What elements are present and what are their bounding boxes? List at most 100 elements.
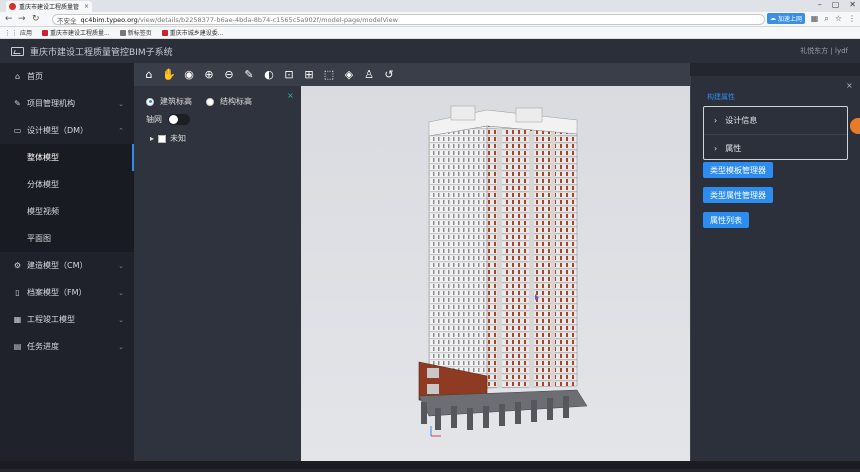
chevron-right-icon: › [714,116,718,125]
radio-architectural[interactable] [146,97,154,106]
chevron-up-icon: ⌃ [118,126,124,135]
window-close-icon[interactable]: ✕ [849,0,856,12]
properties-panel-close-icon[interactable]: × [846,81,853,90]
star-icon[interactable]: ☆ [835,14,842,24]
dropdown-item-design-info[interactable]: › 设计信息 [704,107,847,134]
type-template-manager-button[interactable]: 类型模板管理器 [703,162,773,178]
home-icon: ⌂ [14,72,21,81]
sidebar-item-completion-model[interactable]: ▦ 工程竣工模型 ⌄ [0,306,134,333]
site-favicon-icon [9,3,16,10]
cloud-icon: ☁ [770,15,776,22]
menu-icon[interactable]: ⋮ [848,14,856,24]
level-panel-close-icon[interactable]: × [287,91,294,100]
home-tool-icon[interactable]: ⌂ [139,65,159,85]
section-icon[interactable]: ◐ [259,65,279,85]
accelerate-button[interactable]: ☁ 加速上网 [767,13,806,24]
bookmark-quality[interactable]: 重庆市建设工程质量... [42,28,110,37]
tree-item-label: 未知 [170,134,187,143]
sidebar: ⌂ 首页 ✎ 项目管理机构 ⌄ ▭ 设计模型（DM） ⌃ 整体模型 分体模型 模… [0,63,134,469]
select-icon[interactable]: ⬚ [319,65,339,85]
model-viewport[interactable] [301,86,690,469]
os-taskbar [0,461,860,469]
file-icon: ▯ [15,288,20,297]
tab-title: 重庆市建设工程质量管 [19,4,80,11]
sidebar-subitem-model-video[interactable]: 模型视频 [0,198,134,225]
insecure-label: 不安全 [57,16,77,25]
chevron-down-icon: ⌄ [118,342,124,351]
fit-icon[interactable]: ⊞ [299,65,319,85]
radio-structural[interactable] [206,97,214,106]
side-tab-badge[interactable] [850,118,860,134]
sidebar-item-home[interactable]: ⌂ 首页 [0,63,134,90]
sidebar-item-org[interactable]: ✎ 项目管理机构 ⌄ [0,90,134,117]
bookmark-apps[interactable]: ⋮⋮ 应用 [4,28,32,38]
sidebar-subitem-floor-plan[interactable]: 平面图 [0,225,134,252]
building-model[interactable] [301,86,690,469]
sidebar-item-label: 档案模型（FM） [27,288,87,297]
page-icon [119,29,126,36]
axis-grid-label: 轴网 [146,115,162,124]
extension-icon[interactable]: ▦ [811,14,819,24]
bookmarks-bar: ⋮⋮ 应用 重庆市建设工程质量... 新标签页 重庆市城乡建设委... [0,27,860,39]
reload-icon[interactable]: ↻ [32,14,40,24]
zoom-icon[interactable]: ⌕ [824,14,828,24]
sidebar-item-design-model[interactable]: ▭ 设计模型（DM） ⌃ [0,117,134,144]
bookmark-newtab[interactable]: 新标签页 [119,28,152,37]
elevation-radio-group: 建筑标高 结构标高 [146,96,252,107]
url-input[interactable]: 不安全 qc4bim.typeo.org /view/details/b2258… [52,14,765,25]
dropdown-item-properties[interactable]: › 属性 [704,134,847,161]
sidebar-item-construction-model[interactable]: ⚙ 建造模型（CM） ⌄ [0,252,134,279]
sidebar-item-label: 工程竣工模型 [27,315,75,324]
sidebar-subitem-split-model[interactable]: 分体模型 [0,171,134,198]
app-header: 重庆市建设工程质量管控BIM子系统 礼悦东方 | lydf [0,39,860,63]
back-icon[interactable]: ← [5,14,13,24]
minimize-icon[interactable]: – [818,0,822,12]
monitor-logo-icon [11,46,24,56]
sidebar-item-label: 建造模型（CM） [27,261,88,270]
sidebar-subitem-whole-model[interactable]: 整体模型 [0,144,134,171]
dropdown-item-label: 设计信息 [725,116,758,125]
bookmark-favicon-icon [42,29,49,36]
bookmark-favicon-icon [161,29,168,36]
tab-close-icon[interactable]: × [84,3,89,10]
sidebar-item-label: 设计模型（DM） [27,126,89,135]
sidebar-item-label: 首页 [27,72,43,81]
bookmark-commission[interactable]: 重庆市城乡建设委... [161,28,224,37]
measure-icon[interactable]: ✎ [239,65,259,85]
property-list-button[interactable]: 属性列表 [703,212,749,228]
cube-view-icon[interactable]: ◈ [339,65,359,85]
undo-icon[interactable]: ↺ [379,65,399,85]
browser-tabbar: 重庆市建设工程质量管 × – ▢ ✕ [0,0,860,12]
sidebar-item-label: 项目管理机构 [27,99,75,108]
sidebar-item-task-progress[interactable]: ▤ 任务进度 ⌄ [0,333,134,360]
user-info[interactable]: 礼悦东方 | lydf [800,46,848,56]
orbit-tool-icon[interactable]: ◉ [179,65,199,85]
chevron-down-icon: ⌄ [118,99,124,108]
grid-icon: ▦ [13,315,22,324]
window-controls: – ▢ ✕ [818,0,856,12]
zoom-out-icon[interactable]: ⊖ [219,65,239,85]
zoom-window-icon[interactable]: ⊡ [279,65,299,85]
sidebar-item-archive-model[interactable]: ▯ 档案模型（FM） ⌄ [0,279,134,306]
tree-expand-icon[interactable]: ▸ [150,134,154,143]
list-icon: ▤ [13,342,22,351]
accelerate-label: 加速上网 [778,16,803,23]
axis-grid-toggle[interactable] [168,114,190,125]
radio-architectural-label: 建筑标高 [160,97,192,106]
apps-icon: ⋮⋮ [4,28,18,37]
sidebar-item-label: 任务进度 [27,342,59,351]
type-property-manager-button[interactable]: 类型属性管理器 [703,187,773,203]
pan-tool-icon[interactable]: ✋ [159,65,179,85]
tree-item[interactable]: ▸ 未知 [150,133,186,144]
tree-checkbox[interactable] [158,134,167,143]
walk-icon[interactable]: ♙ [359,65,379,85]
url-path: /view/details/b2258377-b6ae-4bda-8b74-c1… [137,15,398,24]
properties-dropdown: › 设计信息 › 属性 [703,106,848,160]
forward-icon[interactable]: → [18,14,26,24]
zoom-in-icon[interactable]: ⊕ [199,65,219,85]
maximize-icon[interactable]: ▢ [832,0,840,12]
app-title: 重庆市建设工程质量管控BIM子系统 [30,47,173,58]
browser-tab[interactable]: 重庆市建设工程质量管 × [6,1,92,12]
edit-icon: ✎ [14,99,21,108]
dropdown-item-label: 属性 [725,143,742,153]
